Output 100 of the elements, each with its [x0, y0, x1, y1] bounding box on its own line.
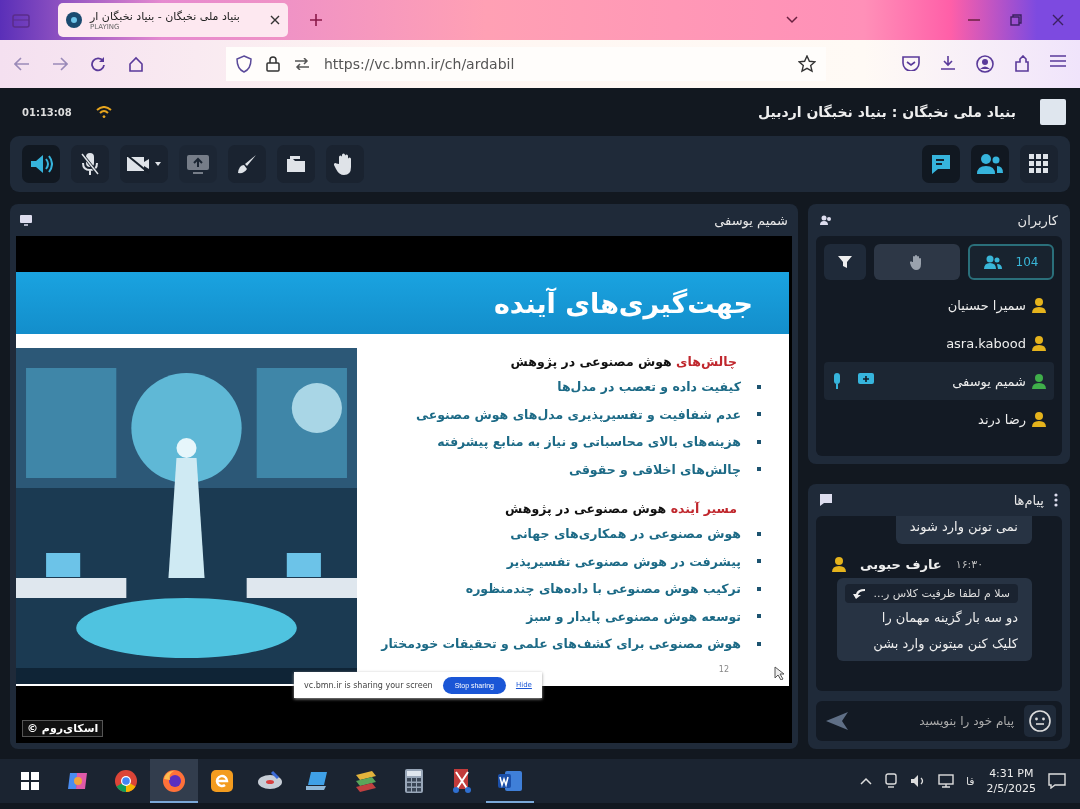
scissors-icon: [450, 768, 474, 794]
toolbar-button[interactable]: [1020, 145, 1058, 183]
input-language[interactable]: فا: [965, 774, 975, 788]
bullet-icon: [757, 384, 761, 389]
slide-heading: چالش‌های هوش مصنوعی در پژوهش: [510, 354, 737, 369]
toolbar-button[interactable]: [971, 145, 1009, 183]
user-name: سمیرا حسنیان: [947, 297, 1026, 313]
taskbar-clock[interactable]: 4:31 PM 2/5/2025: [986, 767, 1036, 795]
address-bar[interactable]: https://vc.bmn.ir/ch/ardabil: [226, 47, 826, 81]
reply-icon: [853, 588, 866, 599]
forward-icon: [52, 57, 68, 71]
message-text: کلیک کنن میتونن وارد بشن: [873, 635, 1018, 654]
toolbar-button[interactable]: [120, 145, 168, 183]
raised-hand-icon: [910, 254, 924, 270]
restore-icon: [1010, 14, 1022, 26]
slide-number: 12: [718, 665, 729, 674]
close-icon: [1052, 14, 1064, 26]
toolbar-button[interactable]: [922, 145, 960, 183]
share-notice: vc.bmn.ir is sharing your screen: [304, 680, 433, 690]
toolbar-button[interactable]: [228, 145, 266, 183]
close-tab-button[interactable]: [270, 15, 280, 25]
menu-icon: [1050, 55, 1066, 67]
emoji-button[interactable]: [1024, 705, 1056, 737]
back-icon: [14, 57, 30, 71]
quote-text: سلا م لطفا ظرفیت کلاس ر...: [873, 587, 1010, 600]
users-icon: [983, 255, 1002, 269]
toolbar-button[interactable]: [277, 145, 315, 183]
tab-title: بنیاد ملی نخبگان - بنیاد نخبگان ار: [90, 9, 240, 23]
tab-overview-icon: [12, 12, 30, 28]
bullet-icon: [757, 412, 761, 417]
toolbar-button[interactable]: [326, 145, 364, 183]
download-icon: [940, 55, 956, 71]
user-count-button[interactable]: 104: [968, 244, 1054, 280]
slide-bullet: هزینه‌های بالای محاسباتی و نیاز به منابع پیشرفته: [437, 434, 741, 450]
toolbar-button[interactable]: [22, 145, 60, 183]
quoted-message[interactable]: سلا م لطفا ظرفیت کلاس ر...: [845, 584, 1018, 603]
user-row[interactable]: asra.kabood: [824, 324, 1054, 362]
toolbar-button[interactable]: [71, 145, 109, 183]
user-row[interactable]: رضا درند: [824, 400, 1054, 438]
more-icon: [1054, 493, 1058, 507]
bullet-icon: [757, 439, 761, 444]
slide-bullet: عدم شفافیت و تفسیرپذیری مدل‌های هوش مصنوعی: [416, 406, 741, 422]
message-text: دو سه بار گزینه مهمان را: [881, 609, 1018, 628]
filter-button[interactable]: [824, 244, 866, 280]
room-title: بنیاد ملی نخبگان : بنیاد نخبگان اردبیل: [758, 104, 1016, 120]
user-row[interactable]: شمیم یوسفی: [824, 362, 1054, 400]
folder-icon: [285, 154, 307, 174]
slide-bullet: ترکیب هوش مصنوعی با داده‌های چندمنظوره: [465, 581, 741, 597]
permissions-icon: [294, 58, 310, 70]
send-icon: [826, 712, 848, 730]
user-icon: [832, 556, 846, 572]
chrome-icon: [114, 769, 138, 793]
slide-bullet: هوش مصنوعی در همکاری‌های جهانی: [510, 526, 741, 542]
message-field[interactable]: پیام خود را بنویسید: [816, 701, 1062, 741]
sender-name: عارف حبوبی: [860, 556, 942, 572]
message-time: ۱۶:۳۰: [955, 557, 984, 571]
volume-icon: [909, 774, 926, 788]
user-name: asra.kabood: [946, 335, 1026, 351]
browser-e-icon: [210, 769, 234, 793]
slide-bullet: هوش مصنوعی برای کشف‌های علمی و تحقیقات خودمختار: [381, 636, 741, 652]
user-name: شمیم یوسفی: [952, 373, 1026, 389]
chat-icon: [820, 494, 832, 506]
panel-title: کاربران: [1017, 212, 1058, 228]
session-timer: 01:13:08: [22, 106, 72, 118]
clock-date: 2/5/2025: [986, 782, 1036, 795]
panel-title: پیام‌ها: [1013, 492, 1044, 508]
device-icon: [883, 773, 898, 789]
app-brand: اسکای‌روم ©: [22, 720, 104, 737]
slide-title: جهت‌گیری‌های آینده: [493, 287, 753, 319]
account-icon: [976, 55, 994, 73]
presenter-name: شمیم یوسفی: [714, 212, 788, 228]
screen-share-icon: [186, 154, 210, 174]
bullet-icon: [757, 531, 761, 536]
bullet-icon: [757, 641, 761, 646]
windows-icon: [21, 772, 39, 790]
shield-icon: [236, 55, 252, 73]
bullet-icon: [757, 467, 761, 472]
message-text: نمی تونن وارد شوند: [909, 518, 1018, 537]
emoji-icon: [1029, 710, 1051, 732]
notifications-icon: [1048, 773, 1066, 789]
organization-logo: [1040, 99, 1066, 125]
bookmark-star-icon: [798, 55, 816, 73]
user-row[interactable]: سمیرا حسنیان: [824, 286, 1054, 324]
filter-icon: [838, 255, 852, 269]
reload-icon: [90, 56, 106, 72]
slide-bullet: چالش‌های اخلاقی و حقوقی: [569, 461, 741, 477]
calculator-icon: [404, 768, 424, 794]
close-icon: [270, 15, 280, 25]
users-icon: [820, 215, 832, 225]
clock-time: 4:31 PM: [989, 767, 1034, 780]
muted-mic-icon: [80, 152, 100, 176]
message-input[interactable]: پیام خود را بنویسید: [856, 713, 1016, 729]
brush-icon: [236, 153, 258, 175]
network-icon: [937, 774, 954, 788]
chat-icon: [930, 153, 952, 175]
raised-hands-button[interactable]: [874, 244, 960, 280]
wifi-icon: [95, 106, 112, 118]
camera-off-icon: [126, 154, 162, 174]
users-icon: [977, 153, 1003, 175]
apps-grid-icon: [1029, 154, 1049, 174]
